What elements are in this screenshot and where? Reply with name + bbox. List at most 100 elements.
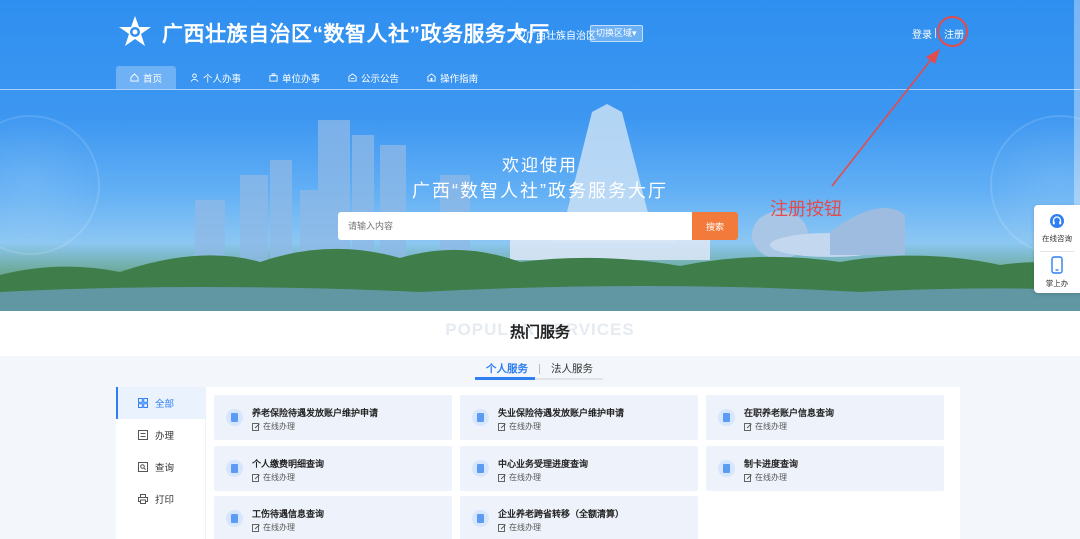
site-title: 广西壮族自治区“数智人社”政务服务大厅 [162,23,550,46]
service-title: 个人缴费明细查询 [252,459,325,469]
document-icon [472,460,489,477]
document-icon [226,460,243,477]
edit-icon [252,523,260,532]
category-process[interactable]: 办理 [116,419,206,451]
document-icon [718,409,735,426]
service-title: 养老保险待遇发放账户维护申请 [252,408,379,418]
category-label: 查询 [155,463,175,474]
annotation-circle [937,16,968,47]
login-link[interactable]: 登录 [912,26,932,41]
nav-guide[interactable]: 操作指南 [413,66,492,89]
edit-icon [498,473,506,482]
person-icon [190,73,199,82]
hero-banner: 广西壮族自治区“数智人社”政务服务大厅 广西壮族自治区 切换区域▾ 登录 注册 … [0,0,1080,311]
nav-label: 公示公告 [361,73,400,85]
edit-icon [252,422,260,431]
service-mode-label: 在线办理 [755,422,787,431]
service-card[interactable]: 工伤待遇信息查询 在线办理 [214,496,452,539]
service-card[interactable]: 企业养老跨省转移（全额清算） 在线办理 [460,496,698,539]
service-card[interactable]: 养老保险待遇发放账户维护申请 在线办理 [214,395,452,440]
float-label: 在线咨询 [1042,234,1072,243]
service-mode: 在线办理 [252,421,295,432]
service-mode-label: 在线办理 [263,473,295,482]
service-mode: 在线办理 [744,421,787,432]
process-icon [138,430,148,440]
switch-region-button[interactable]: 切换区域▾ [590,25,643,42]
service-card[interactable]: 在职养老账户信息查询 在线办理 [706,395,944,440]
grid-icon [138,398,148,408]
service-card[interactable]: 中心业务受理进度查询 在线办理 [460,446,698,491]
location-pin-icon [515,28,525,40]
service-mode: 在线办理 [498,522,541,533]
document-icon [718,460,735,477]
search-input[interactable] [338,212,692,240]
service-title: 在职养老账户信息查询 [744,408,835,418]
phone-icon [1051,256,1063,274]
edit-icon [744,422,752,431]
mobile-service-button[interactable]: 掌上办 [1034,256,1080,289]
service-mode-label: 在线办理 [509,473,541,482]
service-mode-label: 在线办理 [755,473,787,482]
service-mode-label: 在线办理 [509,523,541,532]
service-mode-label: 在线办理 [263,422,295,431]
nav-label: 个人办事 [203,73,242,85]
document-icon [226,510,243,527]
service-title: 工伤待遇信息查询 [252,509,325,519]
emblem-logo[interactable] [116,14,154,52]
nav-home[interactable]: 首页 [116,66,177,89]
service-mode: 在线办理 [252,522,295,533]
service-mode: 在线办理 [498,472,541,483]
guide-icon [427,73,436,82]
service-mode-label: 在线办理 [509,422,541,431]
current-location: 广西壮族自治区 [526,31,596,42]
edit-icon [498,422,506,431]
nav-label: 操作指南 [440,73,479,85]
annotation-label: 注册按钮 [770,199,842,219]
welcome-heading: 欢迎使用 [502,156,578,175]
tab-personal-service[interactable]: 个人服务 [475,359,539,379]
document-icon [226,409,243,426]
headset-icon [1050,214,1064,228]
online-consult-button[interactable]: 在线咨询 [1034,213,1080,244]
notice-icon [348,73,357,82]
edit-icon [498,523,506,532]
nav-unit[interactable]: 单位办事 [255,66,334,89]
briefcase-icon [269,73,278,82]
nav-notice[interactable]: 公示公告 [334,66,413,89]
service-card[interactable]: 失业保险待遇发放账户维护申请 在线办理 [460,395,698,440]
nav-label: 单位办事 [282,73,321,85]
auth-separator [935,28,936,38]
service-category-sidebar: 全部 办理 查询 打印 [116,387,206,539]
printer-icon [138,494,148,504]
edit-icon [252,473,260,482]
service-title: 失业保险待遇发放账户维护申请 [498,408,625,418]
category-label: 办理 [155,431,175,442]
service-title: 制卡进度查询 [744,459,799,469]
category-all[interactable]: 全部 [116,387,206,419]
service-title: 企业养老跨省转移（全额清算） [498,509,625,519]
category-print[interactable]: 打印 [116,483,206,515]
category-label: 打印 [155,495,175,506]
nav-personal[interactable]: 个人办事 [176,66,255,89]
service-mode: 在线办理 [498,421,541,432]
category-label: 全部 [155,399,175,410]
service-mode-label: 在线办理 [263,523,295,532]
service-mode: 在线办理 [744,472,787,483]
tab-legal-service[interactable]: 法人服务 [540,359,604,379]
section-title: 热门服务 [509,324,570,341]
service-card[interactable]: 制卡进度查询 在线办理 [706,446,944,491]
service-card[interactable]: 个人缴费明细查询 在线办理 [214,446,452,491]
service-title: 中心业务受理进度查询 [498,459,589,469]
search-button[interactable]: 搜索 [692,212,738,240]
service-tabs: 个人服务 法人服务 [475,358,604,380]
nav-label: 首页 [143,73,163,85]
service-mode: 在线办理 [252,472,295,483]
home-icon [130,73,139,82]
main-nav: 首页 个人办事 单位办事 公示公告 操作指南 [116,66,492,89]
float-divider [1040,251,1074,252]
query-icon [138,462,148,472]
edit-icon [744,473,752,482]
float-label: 掌上办 [1045,279,1069,288]
document-icon [472,409,489,426]
category-query[interactable]: 查询 [116,451,206,483]
